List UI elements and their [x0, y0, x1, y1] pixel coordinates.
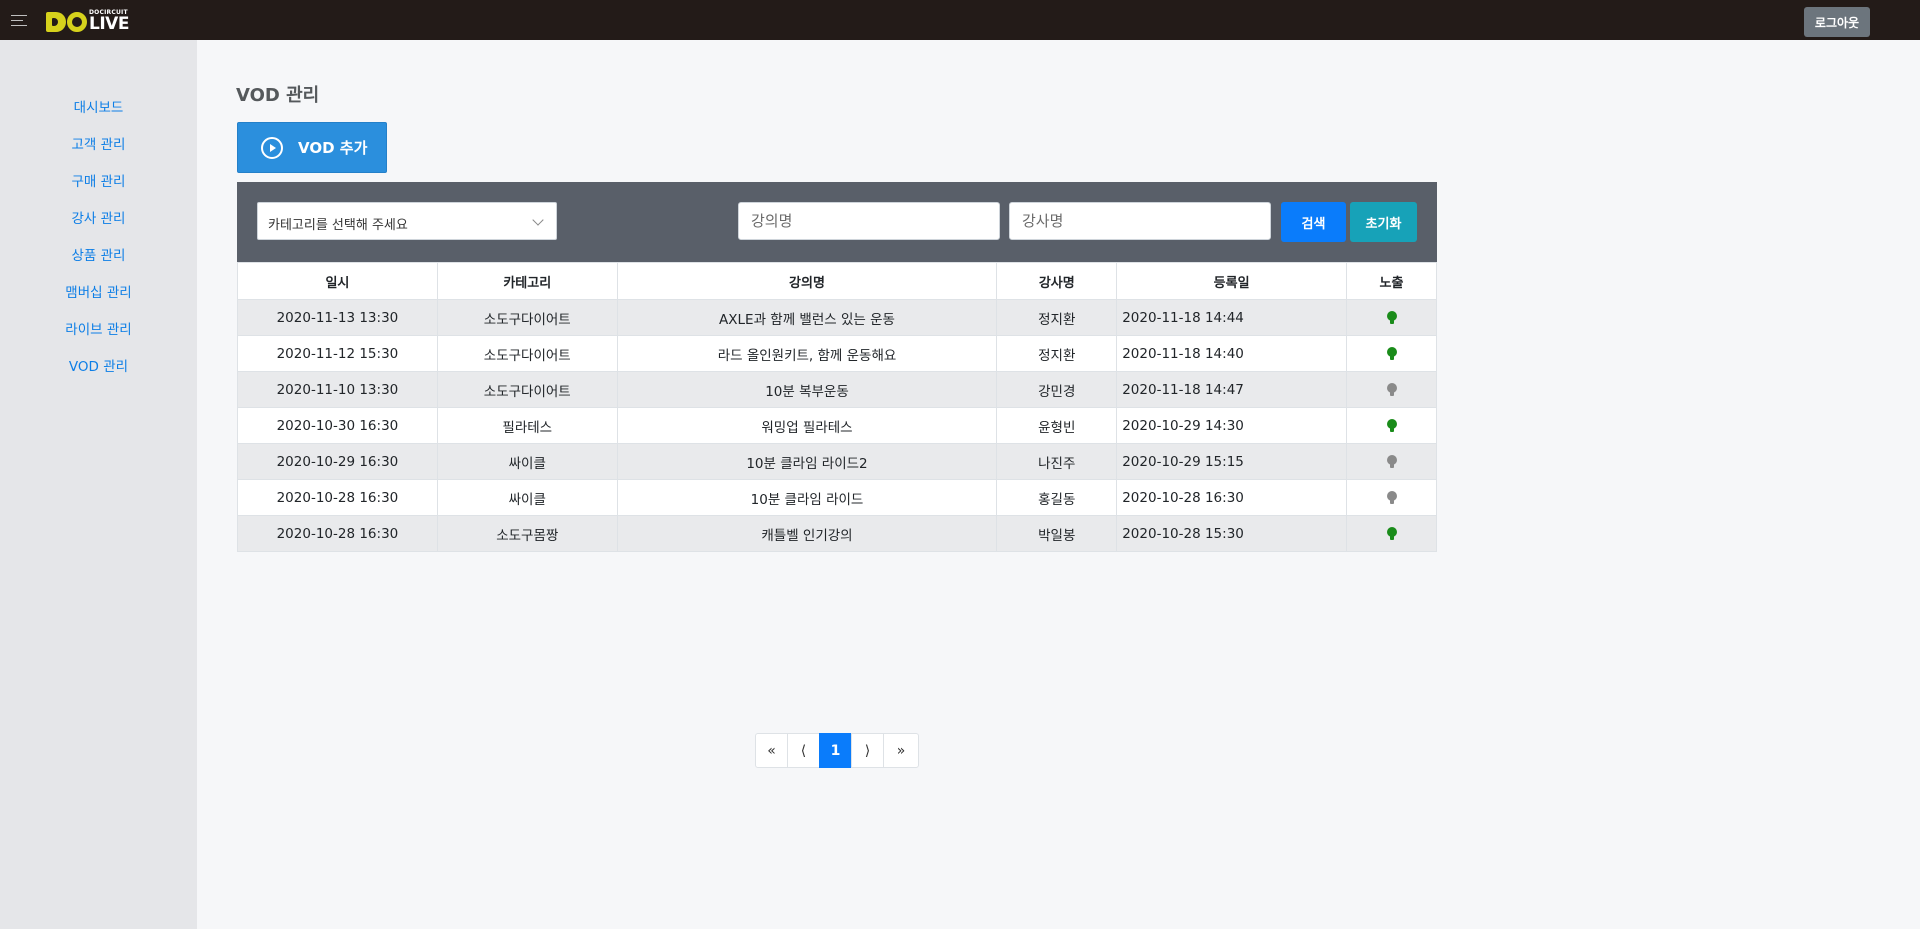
- lightbulb-off-icon[interactable]: [1386, 454, 1397, 469]
- lightbulb-off-icon[interactable]: [1386, 382, 1397, 397]
- table-row[interactable]: 2020-10-28 16:30 소도구몸짱 캐틀벨 인기강의 박일봉 2020-10-…: [237, 515, 1437, 552]
- cell-category: 소도구다이어트: [436, 335, 618, 372]
- cell-visible: [1346, 443, 1437, 480]
- table-row[interactable]: 2020-11-12 15:30 소도구다이어트 라드 올인원키트, 함께 운동해요…: [237, 335, 1437, 372]
- table-row[interactable]: 2020-11-13 13:30 소도구다이어트 AXLE과 함께 밸런스 있는 운…: [237, 299, 1437, 336]
- logo-mark-icon: [46, 11, 87, 33]
- sidebar-item-products[interactable]: 상품 관리: [0, 247, 197, 284]
- lightbulb-on-icon[interactable]: [1386, 310, 1397, 325]
- cell-registered: 2020-11-18 14:40: [1116, 335, 1348, 372]
- cell-registered: 2020-10-28 16:30: [1116, 479, 1348, 516]
- cell-instructor: 강민경: [996, 371, 1118, 408]
- cell-category: 싸이클: [436, 479, 618, 516]
- cell-instructor: 윤형빈: [996, 407, 1118, 444]
- add-vod-button[interactable]: VOD 추가: [237, 122, 387, 173]
- page-current-button[interactable]: 1: [819, 733, 852, 768]
- cell-lecture: 10분 클라임 라이드2: [616, 443, 998, 480]
- cell-date: 2020-10-30 16:30: [237, 407, 438, 444]
- lecture-name-input[interactable]: [738, 202, 1000, 240]
- cell-date: 2020-10-29 16:30: [237, 443, 438, 480]
- cell-date: 2020-11-12 15:30: [237, 335, 438, 372]
- cell-registered: 2020-10-29 14:30: [1116, 407, 1348, 444]
- cell-visible: [1346, 299, 1437, 336]
- cell-registered: 2020-11-18 14:47: [1116, 371, 1348, 408]
- table-header-row: 일시 카테고리 강의명 강사명 등록일 노출: [237, 262, 1437, 300]
- cell-lecture: 라드 올인원키트, 함께 운동해요: [616, 335, 998, 372]
- cell-lecture: 10분 클라임 라이드: [616, 479, 998, 516]
- page-first-button[interactable]: «: [755, 733, 788, 768]
- lightbulb-on-icon[interactable]: [1386, 418, 1397, 433]
- cell-instructor: 홍길동: [996, 479, 1118, 516]
- cell-date: 2020-10-28 16:30: [237, 515, 438, 552]
- cell-instructor: 정지환: [996, 299, 1118, 336]
- sidebar-item-vod[interactable]: VOD 관리: [0, 358, 197, 395]
- header-category[interactable]: 카테고리: [436, 262, 618, 300]
- cell-visible: [1346, 371, 1437, 408]
- cell-instructor: 박일봉: [996, 515, 1118, 552]
- cell-date: 2020-11-10 13:30: [237, 371, 438, 408]
- cell-lecture: AXLE과 함께 밸런스 있는 운동: [616, 299, 998, 336]
- menu-icon[interactable]: [11, 15, 27, 26]
- header-registered[interactable]: 등록일: [1116, 262, 1348, 300]
- header-date[interactable]: 일시: [237, 262, 438, 300]
- cell-category: 소도구다이어트: [436, 299, 618, 336]
- sidebar: 대시보드 고객 관리 구매 관리 강사 관리 상품 관리 맴버십 관리 라이브 …: [0, 40, 197, 929]
- table-row[interactable]: 2020-11-10 13:30 소도구다이어트 10분 복부운동 강민경 2020-1…: [237, 371, 1437, 408]
- page-last-button[interactable]: »: [883, 733, 919, 768]
- cell-instructor: 나진주: [996, 443, 1118, 480]
- cell-visible: [1346, 335, 1437, 372]
- cell-lecture: 10분 복부운동: [616, 371, 998, 408]
- play-circle-icon: [261, 136, 283, 159]
- cell-visible: [1346, 407, 1437, 444]
- chevron-down-icon: [532, 214, 544, 226]
- table-row[interactable]: 2020-10-30 16:30 필라테스 워밍업 필라테스 윤형빈 2020-10-2…: [237, 407, 1437, 444]
- logo[interactable]: DOCIRCUIT LIVE: [46, 9, 129, 33]
- cell-date: 2020-10-28 16:30: [237, 479, 438, 516]
- sidebar-item-customers[interactable]: 고객 관리: [0, 136, 197, 173]
- sidebar-item-purchases[interactable]: 구매 관리: [0, 173, 197, 210]
- lightbulb-on-icon[interactable]: [1386, 526, 1397, 541]
- cell-date: 2020-11-13 13:30: [237, 299, 438, 336]
- cell-registered: 2020-11-18 14:44: [1116, 299, 1348, 336]
- cell-category: 소도구몸짱: [436, 515, 618, 552]
- cell-lecture: 워밍업 필라테스: [616, 407, 998, 444]
- cell-instructor: 정지환: [996, 335, 1118, 372]
- cell-visible: [1346, 515, 1437, 552]
- cell-category: 싸이클: [436, 443, 618, 480]
- sidebar-item-live[interactable]: 라이브 관리: [0, 321, 197, 358]
- cell-registered: 2020-10-29 15:15: [1116, 443, 1348, 480]
- top-bar: DOCIRCUIT LIVE 로그아웃: [0, 0, 1920, 40]
- cell-visible: [1346, 479, 1437, 516]
- header-visible[interactable]: 노출: [1346, 262, 1437, 300]
- reset-button[interactable]: 초기화: [1350, 202, 1417, 242]
- pagination: « ⟨ 1 ⟩ »: [755, 733, 919, 768]
- filter-bar: 카테고리를 선택해 주세요 검색 초기화: [237, 182, 1437, 262]
- table-row[interactable]: 2020-10-28 16:30 싸이클 10분 클라임 라이드 홍길동 2020-10…: [237, 479, 1437, 516]
- page-prev-button[interactable]: ⟨: [787, 733, 820, 768]
- cell-registered: 2020-10-28 15:30: [1116, 515, 1348, 552]
- cell-category: 소도구다이어트: [436, 371, 618, 408]
- vod-table: 일시 카테고리 강의명 강사명 등록일 노출 2020-11-13 13:30 소…: [237, 262, 1437, 552]
- category-select-value: 카테고리를 선택해 주세요: [268, 218, 408, 233]
- category-select[interactable]: 카테고리를 선택해 주세요: [257, 202, 557, 240]
- sidebar-item-membership[interactable]: 맴버십 관리: [0, 284, 197, 321]
- lightbulb-off-icon[interactable]: [1386, 490, 1397, 505]
- sidebar-item-instructors[interactable]: 강사 관리: [0, 210, 197, 247]
- search-button[interactable]: 검색: [1281, 202, 1346, 242]
- table-row[interactable]: 2020-10-29 16:30 싸이클 10분 클라임 라이드2 나진주 2020-1…: [237, 443, 1437, 480]
- logo-big-text: LIVE: [89, 14, 129, 34]
- header-lecture[interactable]: 강의명: [616, 262, 998, 300]
- page-next-button[interactable]: ⟩: [851, 733, 884, 768]
- header-instructor[interactable]: 강사명: [996, 262, 1118, 300]
- lightbulb-on-icon[interactable]: [1386, 346, 1397, 361]
- add-vod-label: VOD 추가: [298, 139, 368, 157]
- cell-category: 필라테스: [436, 407, 618, 444]
- instructor-name-input[interactable]: [1009, 202, 1271, 240]
- logout-button[interactable]: 로그아웃: [1804, 7, 1870, 37]
- sidebar-item-dashboard[interactable]: 대시보드: [0, 99, 197, 136]
- page-title: VOD 관리: [236, 85, 320, 106]
- cell-lecture: 캐틀벨 인기강의: [616, 515, 998, 552]
